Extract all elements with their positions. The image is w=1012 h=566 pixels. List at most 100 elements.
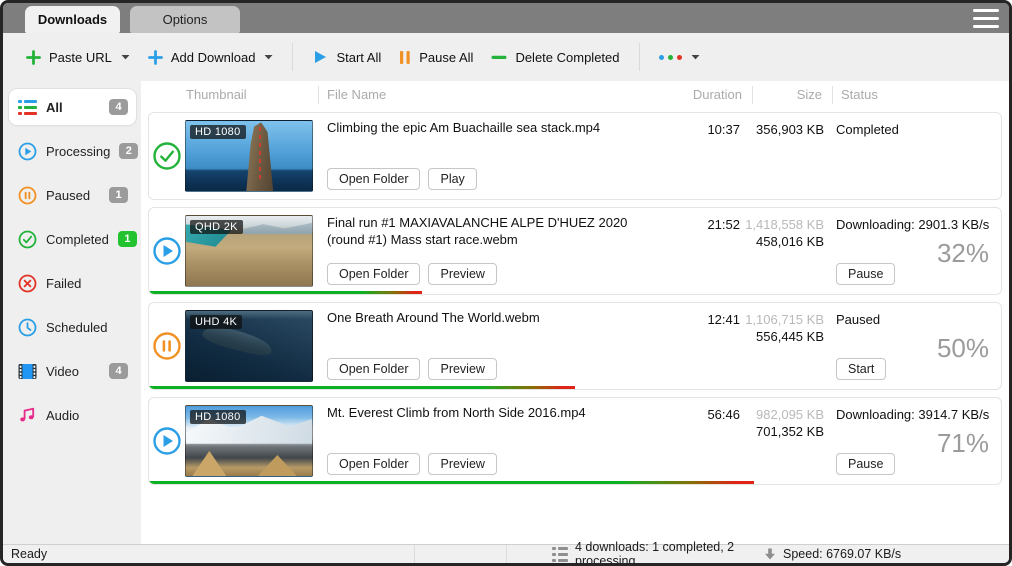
sidebar-item-label: Scheduled	[46, 320, 107, 335]
status-text: Downloading: 3914.7 KB/s	[836, 407, 991, 422]
add-download-label: Add Download	[171, 50, 256, 65]
preview-button[interactable]: Preview	[428, 453, 496, 475]
error-circle-icon	[18, 274, 37, 293]
status-text: Downloading: 2901.3 KB/s	[836, 217, 991, 232]
ready-text: Ready	[11, 547, 47, 561]
chevron-down-icon[interactable]	[121, 54, 130, 60]
sidebar-item-label: All	[46, 100, 63, 115]
more-actions-button[interactable]	[650, 47, 709, 67]
open-folder-button[interactable]: Open Folder	[327, 168, 420, 190]
count-badge: 4	[109, 363, 128, 379]
progress-bar	[149, 386, 575, 389]
progress-percent: 71%	[937, 428, 989, 459]
music-note-icon	[18, 406, 37, 424]
duration: 56:46	[674, 398, 744, 484]
chevron-down-icon[interactable]	[264, 54, 273, 60]
sidebar-item-scheduled[interactable]: Scheduled	[9, 309, 136, 345]
preview-button[interactable]: Preview	[428, 263, 496, 285]
delete-completed-label: Delete Completed	[515, 50, 619, 65]
chevron-down-icon[interactable]	[691, 54, 700, 60]
file-name: Mt. Everest Climb from North Side 2016.m…	[327, 405, 664, 422]
video-thumbnail[interactable]: HD 1080	[185, 405, 313, 477]
delete-completed-button[interactable]: Delete Completed	[482, 43, 628, 72]
status-text: Completed	[836, 122, 991, 137]
plus-icon	[148, 50, 163, 65]
start-button[interactable]: Start	[836, 358, 886, 380]
size-downloaded: 701,352 KB	[744, 424, 824, 439]
video-thumbnail[interactable]: UHD 4K	[185, 310, 313, 382]
quality-badge: HD 1080	[190, 125, 246, 139]
play-circle-icon	[149, 208, 185, 294]
speed-text: Speed: 6769.07 KB/s	[783, 547, 901, 561]
titlebar: Downloads Options	[3, 3, 1009, 33]
file-name: Climbing the epic Am Buachaille sea stac…	[327, 120, 664, 137]
sidebar-item-failed[interactable]: Failed	[9, 265, 136, 301]
check-circle-icon	[149, 113, 185, 199]
size-downloaded: 458,016 KB	[744, 234, 824, 249]
play-icon	[312, 49, 328, 65]
header-status: Status	[832, 86, 1003, 104]
hamburger-menu-icon[interactable]	[973, 9, 999, 28]
toolbar-separator	[292, 43, 293, 71]
play-button[interactable]: Play	[428, 168, 476, 190]
open-folder-button[interactable]: Open Folder	[327, 358, 420, 380]
toolbar-separator	[639, 43, 640, 71]
download-row[interactable]: HD 1080 Climbing the epic Am Buachaille …	[148, 112, 1002, 200]
speed-indicator: Speed: 6769.07 KB/s	[764, 547, 969, 561]
add-download-button[interactable]: Add Download	[139, 43, 283, 72]
file-name: Final run #1 MAXIAVALANCHE ALPE D'HUEZ 2…	[327, 215, 664, 249]
progress-bar	[149, 291, 422, 294]
count-badge: 1	[118, 231, 137, 247]
downloads-summary: 4 downloads: 1 completed, 2 processing	[507, 540, 764, 566]
progress-percent: 50%	[937, 333, 989, 364]
tab-downloads-label: Downloads	[38, 12, 107, 27]
duration: 12:41	[674, 303, 744, 389]
preview-button[interactable]: Preview	[428, 358, 496, 380]
film-icon	[18, 363, 37, 380]
tab-downloads[interactable]: Downloads	[25, 6, 120, 33]
header-size: Size	[752, 86, 832, 104]
sidebar-item-all[interactable]: All 4	[9, 89, 136, 125]
three-dots-icon	[659, 55, 682, 60]
paste-url-button[interactable]: Paste URL	[17, 43, 139, 72]
status-bar: Ready 4 downloads: 1 completed, 2 proces…	[3, 544, 1009, 563]
header-file-name: File Name	[318, 86, 682, 104]
pause-all-button[interactable]: Pause All	[390, 43, 482, 72]
size-total: 982,095 KB	[744, 407, 824, 422]
pause-button[interactable]: Pause	[836, 263, 895, 285]
open-folder-button[interactable]: Open Folder	[327, 453, 420, 475]
start-all-button[interactable]: Start All	[303, 42, 390, 72]
sidebar-item-label: Completed	[46, 232, 109, 247]
sidebar-item-completed[interactable]: Completed 1	[9, 221, 136, 257]
open-folder-button[interactable]: Open Folder	[327, 263, 420, 285]
play-circle-icon	[149, 398, 185, 484]
status-text: Paused	[836, 312, 991, 327]
video-thumbnail[interactable]: HD 1080	[185, 120, 313, 192]
file-name: One Breath Around The World.webm	[327, 310, 664, 327]
sidebar-item-audio[interactable]: Audio	[9, 397, 136, 433]
size-total: 1,418,558 KB	[744, 217, 824, 232]
size-total: 356,903 KB	[744, 122, 824, 137]
progress-percent: 32%	[937, 238, 989, 269]
pause-circle-icon	[149, 303, 185, 389]
pause-all-label: Pause All	[419, 50, 473, 65]
quality-badge: QHD 2K	[190, 220, 243, 234]
video-thumbnail[interactable]: QHD 2K	[185, 215, 313, 287]
header-spacer	[148, 86, 184, 104]
pause-button[interactable]: Pause	[836, 453, 895, 475]
download-row[interactable]: HD 1080 Mt. Everest Climb from North Sid…	[148, 397, 1002, 485]
sidebar-item-processing[interactable]: Processing 2	[9, 133, 136, 169]
start-all-label: Start All	[336, 50, 381, 65]
table-header: Thumbnail File Name Duration Size Status	[141, 81, 1009, 109]
sidebar-item-video[interactable]: Video 4	[9, 353, 136, 389]
tab-options[interactable]: Options	[130, 6, 240, 33]
rows-container: HD 1080 Climbing the epic Am Buachaille …	[141, 112, 1009, 492]
sidebar-item-paused[interactable]: Paused 1	[9, 177, 136, 213]
duration: 21:52	[674, 208, 744, 294]
pause-icon	[399, 50, 411, 65]
toolbar: Paste URL Add Download Start All	[3, 33, 1009, 81]
download-row[interactable]: UHD 4K One Breath Around The World.webm …	[148, 302, 1002, 390]
download-row[interactable]: QHD 2K Final run #1 MAXIAVALANCHE ALPE D…	[148, 207, 1002, 295]
quality-badge: UHD 4K	[190, 315, 242, 329]
main-area: All 4 Processing 2 Paused 1	[3, 81, 1009, 544]
